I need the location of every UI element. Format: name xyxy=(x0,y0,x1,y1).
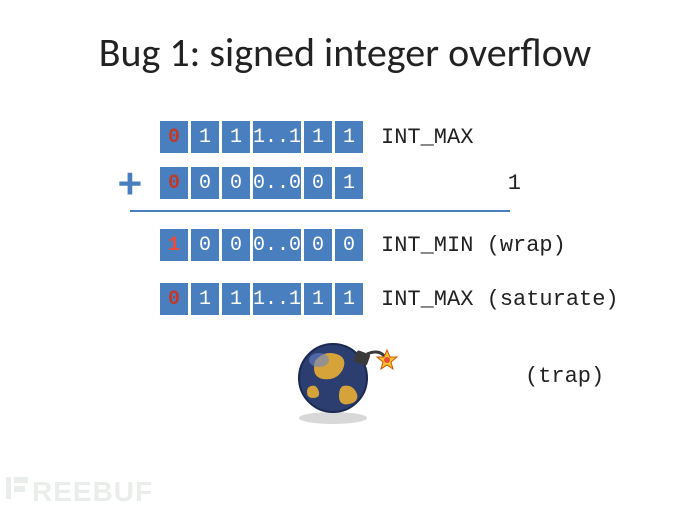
bit-cell: 0 xyxy=(191,167,219,199)
bit-cell: 0 xyxy=(335,229,363,261)
bit-cell: 1 xyxy=(191,121,219,153)
bit-cell: 1 xyxy=(304,121,332,153)
row-one: + 0 0 0 0..0 0 1 1 xyxy=(100,164,620,202)
bit-cell: 1 xyxy=(335,121,363,153)
row-trap: (trap) xyxy=(100,326,620,426)
bit-cell: 0 xyxy=(160,167,188,199)
bit-cell: 0 xyxy=(304,167,332,199)
label-saturate: INT_MAX (saturate) xyxy=(381,287,619,312)
bit-cell-ellipsis: 0..0 xyxy=(253,167,301,199)
bits-saturate: 0 1 1 1..1 1 1 xyxy=(160,283,363,315)
label-trap: (trap) xyxy=(525,364,604,389)
bits-one: 0 0 0 0..0 0 1 xyxy=(160,167,363,199)
label-one: 1 xyxy=(381,171,561,196)
bit-cell: 1 xyxy=(335,167,363,199)
bit-cell: 0 xyxy=(160,283,188,315)
bit-cell: 0 xyxy=(304,229,332,261)
bit-cell: 0 xyxy=(160,121,188,153)
bit-cell: 0 xyxy=(222,167,250,199)
watermark-logo-icon xyxy=(6,475,28,508)
bit-cell: 1 xyxy=(335,283,363,315)
bit-cell: 1 xyxy=(222,283,250,315)
diagram-content: 0 1 1 1..1 1 1 INT_MAX + 0 0 0 0..0 0 1 … xyxy=(100,118,620,426)
bomb-icon xyxy=(285,326,405,426)
row-saturate: 0 1 1 1..1 1 1 INT_MAX (saturate) xyxy=(100,280,620,318)
slide-title: Bug 1: signed integer overflow xyxy=(0,28,690,77)
bits-wrap: 1 0 0 0..0 0 0 xyxy=(160,229,363,261)
bit-cell: 1 xyxy=(222,121,250,153)
label-wrap: INT_MIN (wrap) xyxy=(381,233,566,258)
bit-cell: 0 xyxy=(191,229,219,261)
watermark: REEBUF xyxy=(6,475,153,508)
label-intmax: INT_MAX xyxy=(381,125,473,150)
bit-cell: 1 xyxy=(191,283,219,315)
bit-cell: 1 xyxy=(160,229,188,261)
bit-cell-ellipsis: 0..0 xyxy=(253,229,301,261)
divider-line xyxy=(130,210,510,212)
plus-icon: + xyxy=(100,164,160,202)
row-wrap: 1 0 0 0..0 0 0 INT_MIN (wrap) xyxy=(100,226,620,264)
bit-cell-ellipsis: 1..1 xyxy=(253,283,301,315)
bit-cell-ellipsis: 1..1 xyxy=(253,121,301,153)
row-intmax: 0 1 1 1..1 1 1 INT_MAX xyxy=(100,118,620,156)
watermark-text: REEBUF xyxy=(32,476,153,508)
bit-cell: 1 xyxy=(304,283,332,315)
bit-cell: 0 xyxy=(222,229,250,261)
bits-intmax: 0 1 1 1..1 1 1 xyxy=(160,121,363,153)
